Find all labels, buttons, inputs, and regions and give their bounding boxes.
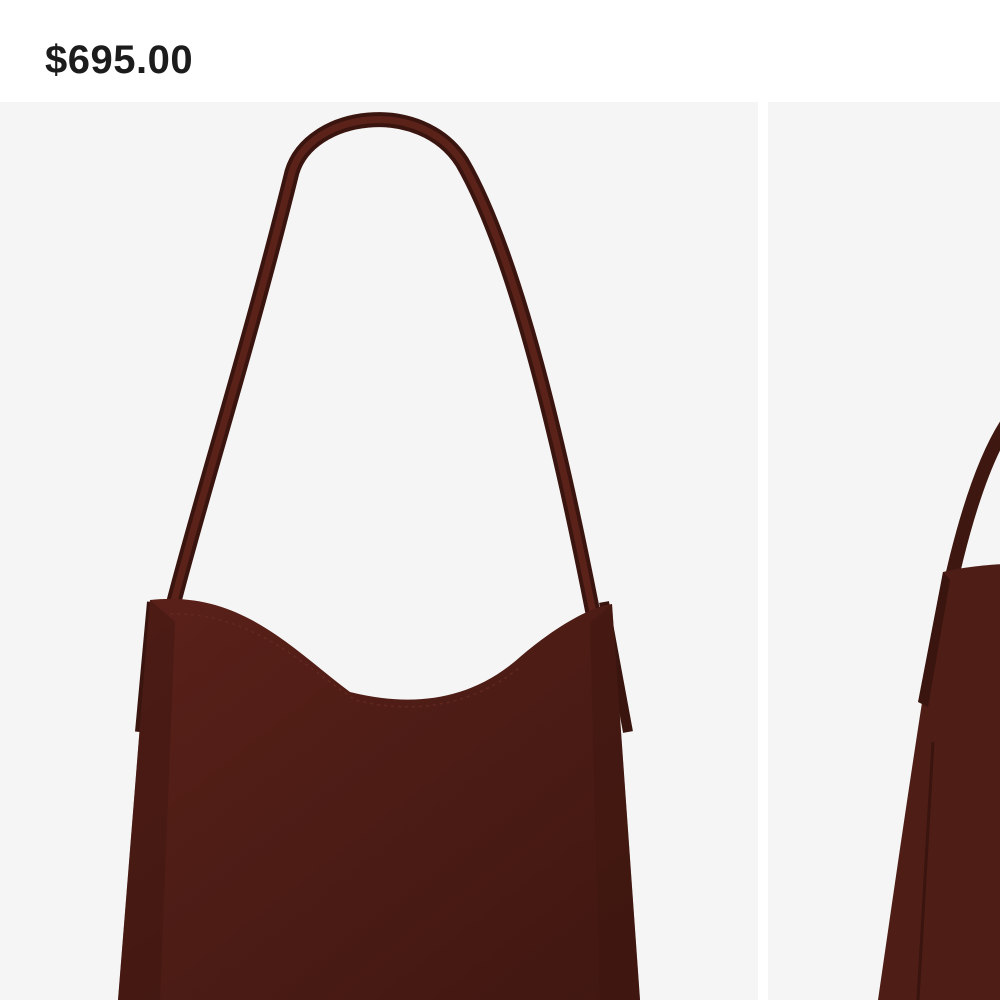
product-image-side[interactable] [768,102,1000,1000]
bag-body [118,598,640,1000]
bag-side-illustration [878,421,1000,1000]
product-image-front[interactable] [0,102,758,1000]
product-page: $695.00 [0,0,1000,1000]
product-image-gallery [0,102,1000,1000]
product-price: $695.00 [45,38,194,82]
bag-front-illustration [118,112,640,1000]
